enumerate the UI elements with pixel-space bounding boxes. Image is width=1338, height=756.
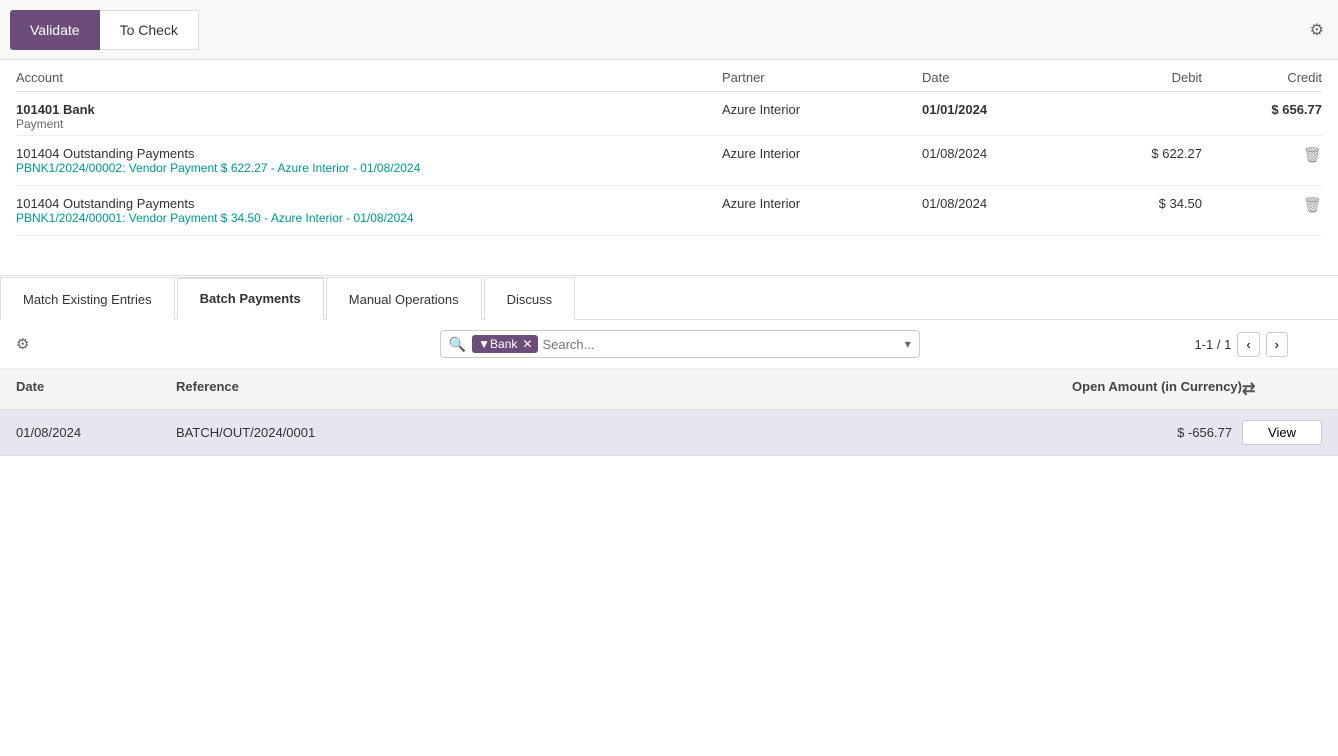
col-partner: Partner [722,70,922,85]
view-button[interactable]: View [1242,420,1322,445]
dt-date-cell: 01/08/2024 [16,425,176,440]
pagination-label: 1-1 / 1 [1194,337,1231,352]
account-name: 101404 Outstanding Payments [16,146,722,161]
table-headers: Account Partner Date Debit Credit [16,60,1322,92]
search-bar-area: ⚙ 🔍 ▼ Bank ✕ ▾ 1-1 / 1 ‹ › [0,320,1338,369]
date-cell: 01/08/2024 [922,146,1082,161]
date-cell: 01/01/2024 [922,102,1082,117]
dt-open-amount-cell: $ -656.77 [982,425,1232,440]
filter-label: Bank [490,337,517,351]
account-block: 101401 Bank Payment [16,102,722,131]
prev-page-button[interactable]: ‹ [1237,332,1259,357]
filter-funnel-icon: ▼ [478,337,490,351]
dt-col-date: Date [16,379,176,399]
debit-cell: $ 34.50 [1082,196,1202,211]
validate-button[interactable]: Validate [10,10,100,50]
col-date: Date [922,70,1082,85]
col-account: Account [16,70,722,85]
table-row: 101404 Outstanding Payments Azure Interi… [16,136,1322,186]
section-divider [0,236,1338,276]
pagination: 1-1 / 1 ‹ › [1194,332,1288,357]
table-row: 101401 Bank Payment Azure Interior 01/01… [16,92,1322,136]
search-icon: 🔍 [449,336,466,353]
tab-discuss[interactable]: Discuss [484,277,576,320]
top-bar: Validate To Check ⚙ [0,0,1338,60]
delete-icon[interactable]: 🗑 [1303,146,1322,164]
tocheck-tab[interactable]: To Check [100,10,199,50]
search-input[interactable] [542,337,900,352]
row-link[interactable]: PBNK1/2024/00001: Vendor Payment $ 34.50… [16,211,1322,231]
partner-cell: Azure Interior [722,146,922,161]
account-block: 101404 Outstanding Payments [16,146,722,161]
batch-payments-table: Date Reference Open Amount (in Currency)… [0,369,1338,456]
col-credit: Credit [1202,70,1322,85]
tab-batch-payments[interactable]: Batch Payments [177,277,324,320]
adjust-columns-icon[interactable]: ⇄ [1242,379,1322,399]
col-debit: Debit [1082,70,1202,85]
debit-cell: $ 622.27 [1082,146,1202,161]
dt-table-row: 01/08/2024 BATCH/OUT/2024/0001 $ -656.77… [0,410,1338,456]
next-page-button[interactable]: › [1266,332,1288,357]
dt-col-reference: Reference [176,379,982,399]
account-block: 101404 Outstanding Payments [16,196,722,211]
partner-cell: Azure Interior [722,196,922,211]
account-sub: Payment [16,117,722,131]
dt-reference-cell: BATCH/OUT/2024/0001 [176,425,982,440]
credit-cell: $ 656.77 [1202,102,1322,117]
filter-badge: ▼ Bank ✕ [472,335,538,353]
table-row: 101404 Outstanding Payments Azure Interi… [16,186,1322,236]
delete-icon[interactable]: 🗑 [1303,196,1322,214]
journal-table: Account Partner Date Debit Credit 101401… [0,60,1338,236]
tab-manual-operations[interactable]: Manual Operations [326,277,482,320]
filter-remove-button[interactable]: ✕ [522,337,532,351]
search-box: 🔍 ▼ Bank ✕ ▾ [440,330,920,358]
dt-col-open-amount: Open Amount (in Currency) [982,379,1242,399]
date-cell: 01/08/2024 [922,196,1082,211]
dt-table-headers: Date Reference Open Amount (in Currency)… [0,369,1338,410]
tab-match-existing[interactable]: Match Existing Entries [0,277,175,320]
partner-cell: Azure Interior [722,102,922,117]
dropdown-arrow-icon[interactable]: ▾ [905,337,911,351]
gear-small-icon[interactable]: ⚙ [16,335,29,353]
row-link[interactable]: PBNK1/2024/00002: Vendor Payment $ 622.2… [16,161,1322,181]
settings-icon[interactable]: ⚙ [1310,20,1324,40]
account-name: 101401 Bank [16,102,722,117]
account-name: 101404 Outstanding Payments [16,196,722,211]
bottom-tabs: Match Existing Entries Batch Payments Ma… [0,276,1338,320]
